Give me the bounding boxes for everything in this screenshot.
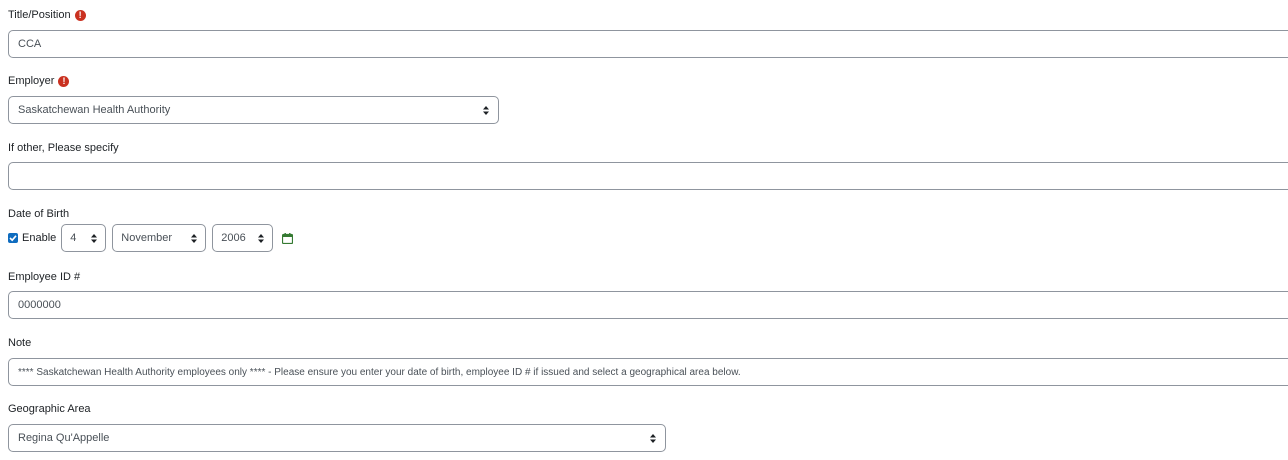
- note-label-text: Note: [8, 337, 32, 349]
- sort-caret-icon: [191, 233, 198, 243]
- employer-label-text: Employer: [8, 75, 55, 87]
- geographic-area-label: Geographic Area: [8, 403, 91, 415]
- other-employer-input[interactable]: [8, 162, 1288, 190]
- other-employer-label-text: If other, Please specify: [8, 142, 119, 154]
- dob-month-value: November: [121, 232, 173, 244]
- enable-checkbox[interactable]: [8, 233, 18, 243]
- employee-id-input[interactable]: 0000000: [8, 291, 1288, 319]
- employer-select[interactable]: Saskatchewan Health Authority: [8, 96, 499, 124]
- required-icon: !: [74, 9, 86, 21]
- note-input[interactable]: **** Saskatchewan Health Authority emplo…: [8, 358, 1288, 386]
- title-position-label: Title/Position !: [8, 9, 86, 21]
- date-of-birth-label-text: Date of Birth: [8, 208, 70, 220]
- other-employer-label: If other, Please specify: [8, 142, 119, 154]
- note-value: **** Saskatchewan Health Authority emplo…: [18, 366, 741, 378]
- employee-id-label: Employee ID #: [8, 271, 80, 283]
- profile-form: Title/Position ! CCA Employer ! Saskatch…: [0, 0, 1288, 460]
- required-icon: !: [58, 75, 70, 87]
- dob-year-value: 2006: [221, 232, 246, 244]
- dob-month-select[interactable]: November: [112, 224, 207, 252]
- dob-year-select[interactable]: 2006: [212, 224, 274, 252]
- note-label: Note: [8, 337, 31, 349]
- employer-selected-value: Saskatchewan Health Authority: [18, 104, 171, 116]
- dob-day-select[interactable]: 4: [61, 224, 107, 252]
- title-position-value: CCA: [18, 38, 42, 50]
- calendar-icon[interactable]: [282, 232, 294, 244]
- enable-label: Enable: [22, 232, 57, 244]
- dob-day-value: 4: [70, 232, 77, 244]
- employer-label: Employer !: [8, 75, 70, 87]
- sort-caret-icon: [91, 233, 98, 243]
- sort-caret-icon: [258, 233, 265, 243]
- geographic-area-selected-value: Regina Qu'Appelle: [18, 432, 110, 444]
- title-position-label-text: Title/Position: [8, 9, 71, 21]
- sort-caret-icon: [650, 433, 656, 443]
- geographic-area-select[interactable]: Regina Qu'Appelle: [8, 424, 666, 452]
- date-of-birth-row: Enable 4 November 2006: [8, 224, 294, 252]
- title-position-input[interactable]: CCA: [8, 30, 1288, 58]
- geographic-area-label-text: Geographic Area: [8, 403, 91, 415]
- sort-caret-icon: [483, 105, 489, 115]
- employee-id-value: 0000000: [18, 299, 61, 311]
- date-of-birth-label: Date of Birth: [8, 208, 69, 220]
- checkbox-checked-icon: [9, 235, 17, 242]
- employee-id-label-text: Employee ID #: [8, 271, 81, 283]
